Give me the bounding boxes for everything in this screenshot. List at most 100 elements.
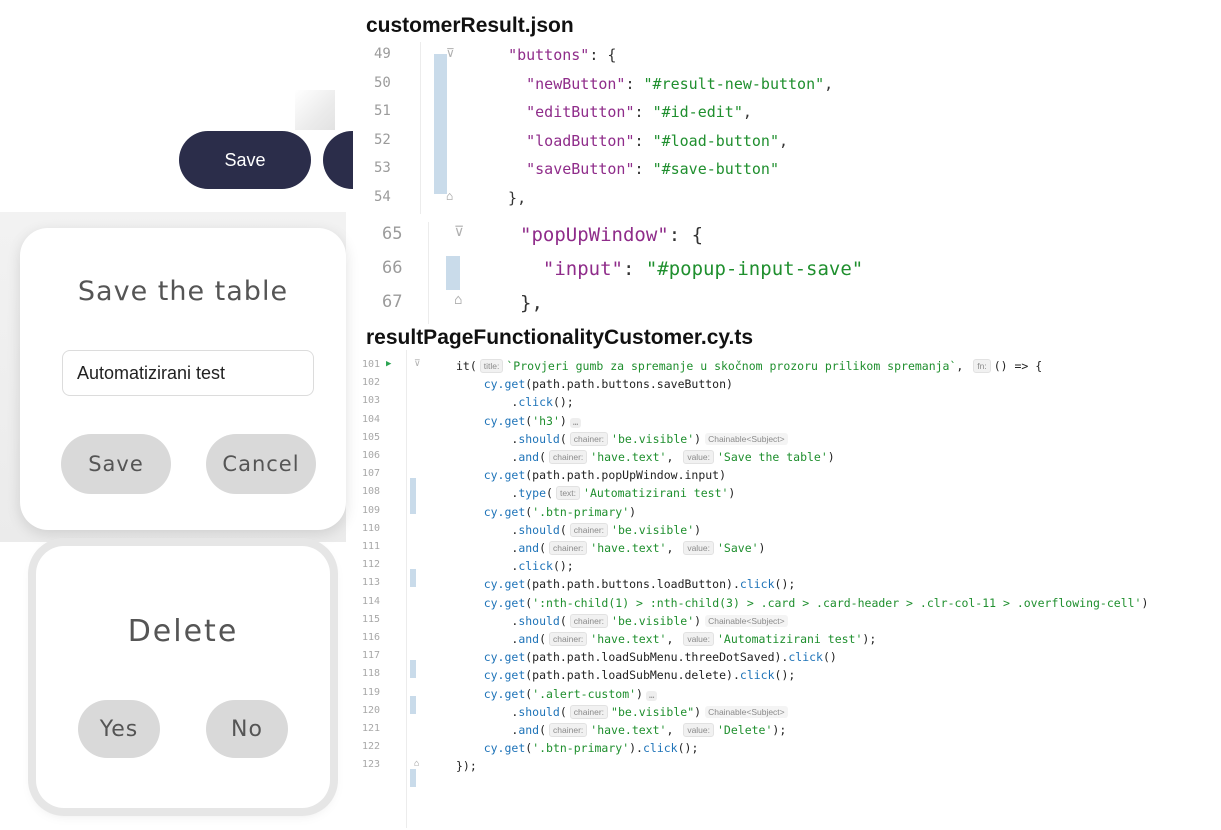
- save-button[interactable]: Save: [179, 131, 311, 189]
- ts-code-block: 101 ▶ ⊽ it(title: `Provjeri gumb za spremanj…: [360, 350, 1221, 828]
- parameter-hint: title:: [479, 359, 504, 373]
- save-table-modal: Save the table Save Cancel: [20, 228, 346, 530]
- fold-open-icon[interactable]: ⊽: [414, 359, 421, 369]
- code-token: .: [456, 486, 519, 501]
- code-line: 102 cy.get(path.path.buttons.saveButton): [360, 377, 1221, 395]
- code-token: cy.get: [483, 468, 526, 483]
- code-text: "loadButton": "#load-button",: [490, 132, 788, 150]
- code-token: "#id-edit": [652, 103, 743, 122]
- line-number: 109: [362, 504, 381, 516]
- code-token: it(: [456, 359, 477, 373]
- line-number: 106: [362, 450, 381, 461]
- code-token: (: [539, 450, 547, 464]
- code-text: .click();: [456, 395, 574, 410]
- code-token: (: [539, 723, 547, 737]
- code-line: 121 .and(chainer:'have.text', value: 'Del…: [360, 723, 1221, 741]
- code-line: 114 cy.get(':nth-child(1) > :nth-child(3…: [360, 596, 1221, 614]
- table-name-input[interactable]: [62, 350, 314, 396]
- line-number: 119: [362, 686, 381, 698]
- code-token: …: [645, 690, 658, 701]
- code-line: 67 ⌂},: [360, 292, 900, 326]
- code-line: 119 cy.get('.alert-custom')…: [360, 687, 1221, 705]
- code-token: …: [569, 417, 582, 428]
- line-number: 104: [362, 413, 381, 425]
- code-line: 107 cy.get(path.path.popUpWindow.input): [360, 468, 1221, 486]
- code-text: .click();: [456, 559, 573, 574]
- code-token: cy.get: [483, 650, 526, 665]
- code-token: click: [642, 741, 678, 756]
- code-token: '.btn-primary': [532, 741, 630, 756]
- line-number: 65: [382, 224, 403, 244]
- code-token: "#load-button": [652, 131, 779, 150]
- line-number: 52: [374, 131, 391, 148]
- code-token: :: [622, 258, 646, 280]
- code-token: click: [518, 395, 553, 410]
- code-token: cy.get: [483, 377, 526, 392]
- fold-open-icon[interactable]: ⊽: [446, 46, 455, 60]
- line-number: 67: [382, 292, 403, 312]
- code-token: () => {: [993, 359, 1043, 373]
- code-line: 116 .and(chainer:'have.text', value: 'Aut…: [360, 632, 1221, 650]
- code-token: (: [546, 486, 553, 501]
- code-token: "loadButton": [526, 131, 635, 150]
- line-number: 112: [362, 559, 381, 571]
- code-token: ,: [666, 632, 681, 646]
- parameter-hint: chainer:: [569, 613, 609, 628]
- json-code-block-buttons: 49 ⊽ "buttons": {50 "newButton": "#result…: [360, 42, 880, 214]
- code-token: ();: [774, 577, 796, 592]
- fold-open-icon[interactable]: ⊽: [454, 224, 464, 240]
- code-text: cy.get('.btn-primary'): [456, 505, 636, 519]
- code-token: (): [822, 650, 837, 665]
- code-token: "#save-button": [652, 160, 779, 179]
- no-button[interactable]: No: [206, 700, 288, 758]
- fold-close-icon[interactable]: ⌂: [454, 292, 462, 308]
- code-text: cy.get('h3')…: [456, 414, 582, 428]
- parameter-hint: chainer:: [549, 450, 588, 464]
- code-line: 53 "saveButton": "#save-button": [360, 160, 880, 189]
- line-number: 54: [374, 189, 391, 205]
- run-test-icon[interactable]: ▶: [386, 359, 391, 369]
- code-token: ): [827, 450, 835, 464]
- json-filename: customerResult.json: [366, 14, 574, 37]
- code-token: },: [520, 292, 543, 314]
- code-token: ,: [824, 74, 834, 93]
- yes-button[interactable]: Yes: [78, 700, 160, 758]
- parameter-hint: value:: [683, 632, 714, 646]
- code-line: 105 .should(chainer:'be.visible') Chainab…: [360, 431, 1221, 450]
- code-line: 49 ⊽ "buttons": {: [360, 46, 880, 75]
- line-number: 51: [374, 103, 391, 120]
- code-token: (: [559, 431, 567, 446]
- code-token: ();: [552, 395, 574, 410]
- code-text: .and(chainer:'have.text', value: 'Delete'…: [456, 723, 786, 737]
- code-text: .type(text: 'Automatizirani test'): [456, 486, 735, 501]
- parameter-hint: text:: [555, 486, 581, 501]
- parameter-hint: chainer:: [569, 704, 609, 719]
- code-token: .: [456, 559, 519, 574]
- code-token: (path.path.loadSubMenu.threeDotSaved).: [525, 650, 789, 665]
- partial-button[interactable]: [323, 131, 353, 189]
- code-token: type: [518, 486, 547, 501]
- modal-cancel-button[interactable]: Cancel: [206, 434, 316, 494]
- modal-save-button[interactable]: Save: [61, 434, 171, 494]
- code-line: 106 .and(chainer:'have.text', value: 'Sav…: [360, 450, 1221, 468]
- code-token: 'Save the table': [717, 450, 828, 464]
- parameter-hint: chainer:: [549, 632, 588, 646]
- code-token: :: [625, 74, 644, 93]
- code-line: 108 .type(text: 'Automatizirani test'): [360, 486, 1221, 504]
- code-token: (: [559, 522, 567, 537]
- code-token: should: [518, 522, 560, 537]
- code-text: cy.get(path.path.popUpWindow.input): [456, 468, 726, 482]
- code-line: 117 cy.get(path.path.loadSubMenu.threeDo…: [360, 650, 1221, 668]
- code-token: 'have.text': [590, 450, 667, 464]
- code-token: click: [739, 668, 775, 683]
- fold-close-icon[interactable]: ⌂: [446, 189, 453, 203]
- code-token: .: [456, 522, 519, 537]
- fold-close-icon[interactable]: ⌂: [414, 759, 419, 769]
- code-line: 109 cy.get('.btn-primary'): [360, 505, 1221, 523]
- code-token: cy.get: [483, 504, 526, 519]
- code-line: 54 ⌂ },: [360, 189, 880, 218]
